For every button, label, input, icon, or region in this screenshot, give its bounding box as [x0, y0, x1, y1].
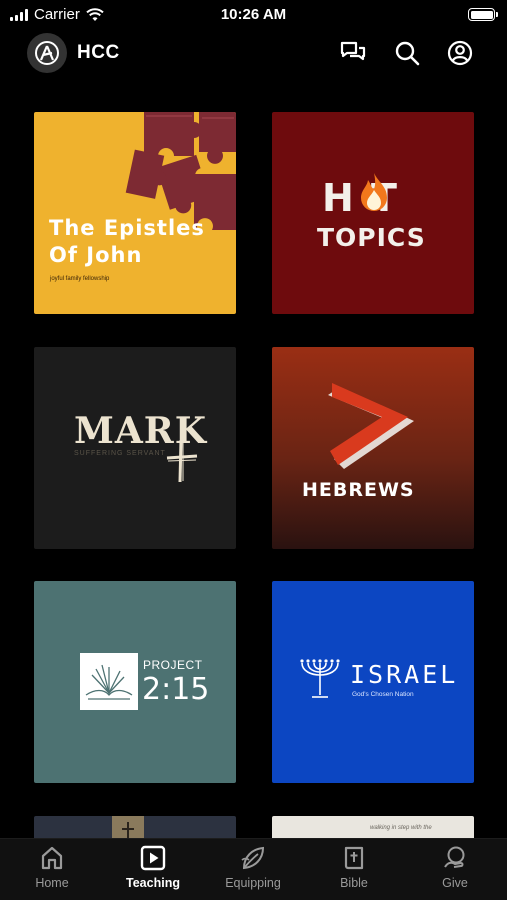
series-tile-epistles-of-john[interactable]: The Epistles Of John joyful family fello…	[34, 112, 236, 314]
series-tile-israel[interactable]: ISRAEL God's Chosen Nation	[272, 581, 474, 783]
tab-bible[interactable]: Bible	[304, 845, 404, 899]
chevron-art	[328, 383, 414, 469]
leaf-icon	[241, 846, 265, 870]
home-icon	[41, 846, 63, 870]
series-tile-mark[interactable]: MARK SUFFERING SERVANT	[34, 347, 236, 549]
series-title-line1: PROJECT	[143, 658, 203, 672]
tab-label: Equipping	[225, 876, 281, 890]
app-header: HCC	[0, 31, 507, 75]
flame-icon	[361, 173, 387, 211]
series-tile-hot-topics[interactable]: H T TOPICS	[272, 112, 474, 314]
puzzle-pieces-art	[125, 112, 236, 230]
messages-button[interactable]	[339, 39, 367, 67]
account-icon	[447, 40, 473, 66]
tab-home[interactable]: Home	[2, 845, 102, 899]
bible-icon	[344, 846, 364, 870]
series-title-line1: The Epistles	[49, 216, 205, 240]
play-icon	[140, 845, 166, 871]
menorah-icon	[300, 659, 340, 698]
tab-label: Give	[442, 876, 468, 890]
search-icon	[395, 41, 420, 66]
bottom-tab-bar: Home Teaching Equipping Bible Give	[0, 838, 507, 900]
tab-label: Teaching	[126, 876, 180, 890]
tab-give[interactable]: Give	[405, 845, 505, 899]
battery-icon	[468, 8, 498, 21]
cross-icon	[166, 439, 198, 483]
series-subtitle: God's Chosen Nation	[352, 691, 414, 698]
series-tile-project-215[interactable]: PROJECT 2:15	[34, 581, 236, 783]
app-title: HCC	[77, 42, 120, 63]
open-book-icon	[85, 664, 133, 700]
profile-button[interactable]	[446, 39, 474, 67]
clock: 10:26 AM	[220, 6, 287, 23]
chat-icon	[340, 41, 366, 61]
tab-equipping[interactable]: Equipping	[203, 845, 303, 899]
tab-label: Bible	[340, 876, 368, 890]
give-icon	[444, 846, 465, 868]
book-logo	[80, 653, 138, 710]
series-title-line2: 2:15	[142, 672, 210, 707]
series-title: ISRAEL	[350, 660, 459, 689]
series-title: HEBREWS	[302, 479, 415, 501]
series-subtitle: joyful family fellowship	[50, 276, 110, 282]
series-subtitle: SUFFERING SERVANT	[74, 450, 166, 457]
series-tile-hebrews[interactable]: HEBREWS	[272, 347, 474, 549]
series-title-line2: Of John	[49, 243, 143, 267]
logo-icon	[35, 41, 59, 65]
status-bar: Carrier 10:26 AM	[0, 0, 507, 30]
series-caption: walking in step with the	[370, 825, 432, 831]
church-logo[interactable]	[27, 33, 67, 73]
series-title-line2: TOPICS	[317, 223, 426, 252]
tab-label: Home	[35, 876, 69, 890]
search-button[interactable]	[393, 39, 421, 67]
tab-teaching[interactable]: Teaching	[103, 845, 203, 899]
